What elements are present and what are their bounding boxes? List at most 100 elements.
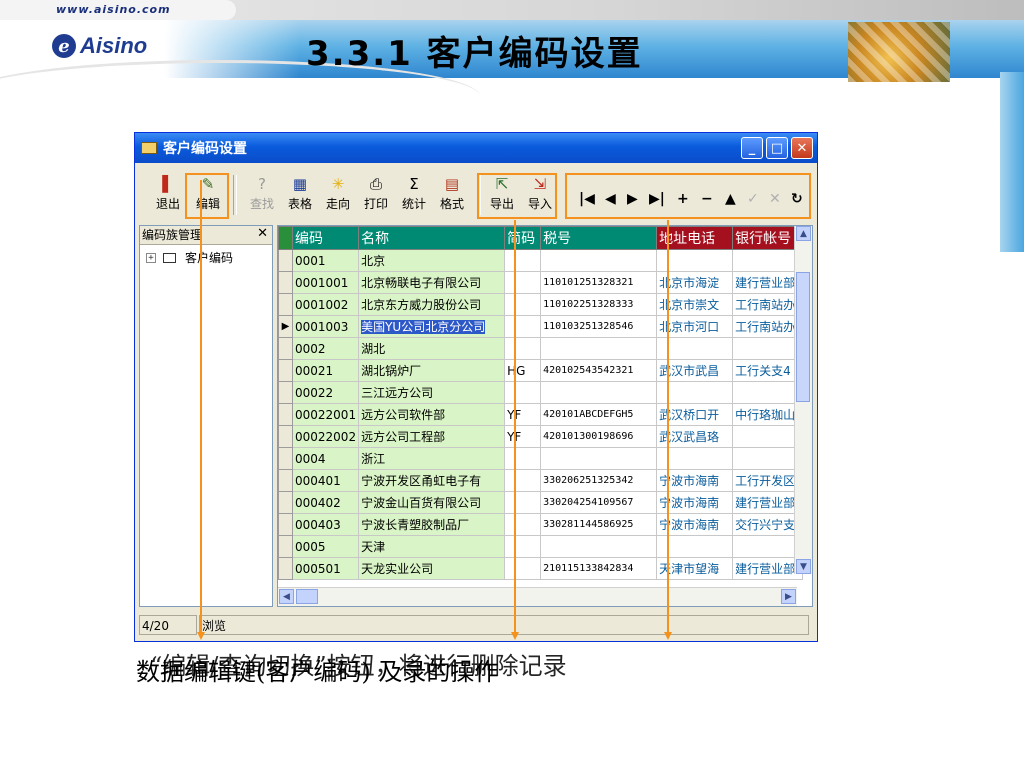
cell-short[interactable] — [504, 337, 542, 360]
cell-bank[interactable]: 工行开发区 — [732, 469, 804, 492]
col-header-name[interactable]: 名称 — [358, 226, 506, 250]
cell-bank[interactable]: 工行关支4 — [732, 359, 804, 382]
row-indicator[interactable] — [278, 491, 293, 514]
cell-short[interactable] — [504, 557, 542, 580]
row-indicator[interactable] — [278, 271, 293, 294]
find-button[interactable]: ? 查找 — [245, 175, 279, 219]
window-titlebar[interactable]: 客户编码设置 _ □ ✕ — [135, 133, 817, 163]
cell-bank[interactable]: 工行南站办 — [732, 315, 804, 338]
table-row[interactable]: 00022001远方公司软件部YF420101ABCDEFGH5武汉桥口开中行珞… — [278, 403, 804, 426]
format-button[interactable]: ▤ 格式 — [435, 175, 469, 219]
cell-tax[interactable] — [540, 535, 658, 558]
col-header-short[interactable]: 简码 — [504, 226, 542, 250]
vertical-scroll-thumb[interactable] — [796, 272, 810, 402]
cell-name[interactable]: 北京东方威力股份公司 — [358, 293, 506, 316]
cell-bank[interactable] — [732, 381, 804, 404]
scroll-down-icon[interactable]: ▼ — [796, 559, 811, 574]
table-row[interactable]: 0001001 北京畅联电子有限公司 110101251328321 北京市海淀 建行营… — [278, 271, 804, 294]
row-indicator[interactable] — [278, 513, 293, 536]
tree-node-customer-code[interactable]: + 客户编码 — [140, 245, 272, 266]
cell-name[interactable]: 美国YU公司北京分公司 — [358, 315, 506, 338]
cell-bank[interactable] — [732, 447, 804, 470]
cell-name[interactable]: 天津 — [358, 535, 506, 558]
cell-code[interactable]: 000403 — [291, 513, 360, 536]
cell-tax[interactable]: 420102543542321 — [540, 359, 658, 382]
table-row[interactable]: 000403 宁波长青塑胶制品厂 330281144586925 宁波市海南 交行兴宁支 — [278, 513, 804, 536]
cell-bank[interactable]: 中行珞珈山 — [732, 403, 804, 426]
table-row[interactable]: 0004 浙江 — [278, 447, 804, 470]
cell-bank[interactable] — [732, 249, 804, 272]
cell-bank[interactable] — [732, 425, 804, 448]
table-row[interactable]: 0002 湖北 — [278, 337, 804, 360]
cell-tax[interactable]: 330204254109567 — [540, 491, 658, 514]
cell-name[interactable]: 远方公司工程部 — [358, 425, 506, 448]
cell-code[interactable]: 0001001 — [291, 271, 360, 294]
row-indicator[interactable] — [278, 293, 293, 316]
table-row[interactable]: 000401 宁波开发区甬虹电子有 330206251325342 宁波市海南 工行开发… — [278, 469, 804, 492]
cell-short[interactable] — [504, 249, 542, 272]
cell-name[interactable]: 宁波金山百货有限公司 — [358, 491, 506, 514]
cell-code[interactable]: 00022001 — [291, 403, 360, 426]
cell-name[interactable]: 湖北 — [358, 337, 506, 360]
maximize-button[interactable]: □ — [766, 137, 788, 159]
cell-name[interactable]: 湖北锅炉厂 — [358, 359, 506, 382]
scroll-right-icon[interactable]: ▶ — [781, 589, 796, 604]
row-indicator[interactable] — [278, 447, 293, 470]
row-indicator[interactable] — [278, 535, 293, 558]
cell-short[interactable] — [504, 381, 542, 404]
table-row[interactable]: 000402 宁波金山百货有限公司 330204254109567 宁波市海南 建行营业… — [278, 491, 804, 514]
cell-bank[interactable] — [732, 535, 804, 558]
cell-tax[interactable]: 420101300198696 — [540, 425, 658, 448]
table-row[interactable]: 000501 天龙实业公司 210115133842834 天津市望海 建行营业部 — [278, 557, 804, 580]
cell-short[interactable] — [504, 513, 542, 536]
cell-short[interactable]: HG — [504, 359, 542, 382]
row-indicator[interactable] — [278, 425, 293, 448]
table-button[interactable]: ▦ 表格 — [283, 175, 317, 219]
vertical-scrollbar[interactable]: ▲ ▼ — [794, 226, 812, 574]
cell-bank[interactable]: 建行营业部 — [732, 491, 804, 514]
horizontal-scroll-thumb[interactable] — [296, 589, 318, 604]
table-row[interactable]: 00022 三江远方公司 — [278, 381, 804, 404]
stats-button[interactable]: Σ 统计 — [397, 175, 431, 219]
cell-short[interactable] — [504, 469, 542, 492]
exit-button[interactable]: ▌ 退出 — [151, 175, 185, 219]
horizontal-scrollbar[interactable]: ◀ ▶ — [278, 587, 797, 606]
cell-code[interactable]: 000501 — [291, 557, 360, 580]
cell-tax[interactable]: 420101ABCDEFGH5 — [540, 403, 658, 426]
cell-short[interactable]: YF — [504, 425, 542, 448]
cell-code[interactable]: 000402 — [291, 491, 360, 514]
cell-name[interactable]: 浙江 — [358, 447, 506, 470]
cell-name[interactable]: 宁波开发区甬虹电子有 — [358, 469, 506, 492]
cell-short[interactable] — [504, 315, 542, 338]
cell-bank[interactable]: 建行营业部 — [732, 557, 804, 580]
cell-short[interactable] — [504, 271, 542, 294]
cell-bank[interactable]: 工行南站办 — [732, 293, 804, 316]
cell-tax[interactable]: 330281144586925 — [540, 513, 658, 536]
cell-bank[interactable]: 建行营业部 — [732, 271, 804, 294]
row-indicator[interactable] — [278, 469, 293, 492]
row-indicator[interactable] — [278, 337, 293, 360]
cell-short[interactable] — [504, 447, 542, 470]
cell-code[interactable]: 00022 — [291, 381, 360, 404]
cell-code[interactable]: 00022002 — [291, 425, 360, 448]
cell-tax[interactable] — [540, 337, 658, 360]
row-indicator[interactable] — [278, 557, 293, 580]
cell-name[interactable]: 宁波长青塑胶制品厂 — [358, 513, 506, 536]
print-button[interactable]: ⎙ 打印 — [359, 175, 393, 219]
scroll-up-icon[interactable]: ▲ — [796, 226, 811, 241]
cell-code[interactable]: 0001002 — [291, 293, 360, 316]
cell-tax[interactable]: 330206251325342 — [540, 469, 658, 492]
expand-plus-icon[interactable]: + — [146, 252, 156, 263]
tree-close-icon[interactable]: ✕ — [257, 226, 268, 241]
cell-tax[interactable]: 110102251328333 — [540, 293, 658, 316]
cell-tax[interactable]: 110103251328546 — [540, 315, 658, 338]
row-indicator[interactable] — [278, 381, 293, 404]
cell-code[interactable]: 0004 — [291, 447, 360, 470]
cell-short[interactable] — [504, 491, 542, 514]
cell-code[interactable]: 0001 — [291, 249, 360, 272]
cell-short[interactable] — [504, 293, 542, 316]
close-button[interactable]: ✕ — [791, 137, 813, 159]
cell-name[interactable]: 远方公司软件部 — [358, 403, 506, 426]
table-row[interactable]: 00021 湖北锅炉厂 HG 420102543542321 武汉市武昌 工行关支4 — [278, 359, 804, 382]
current-row-indicator-icon[interactable]: ▶ — [278, 315, 293, 338]
